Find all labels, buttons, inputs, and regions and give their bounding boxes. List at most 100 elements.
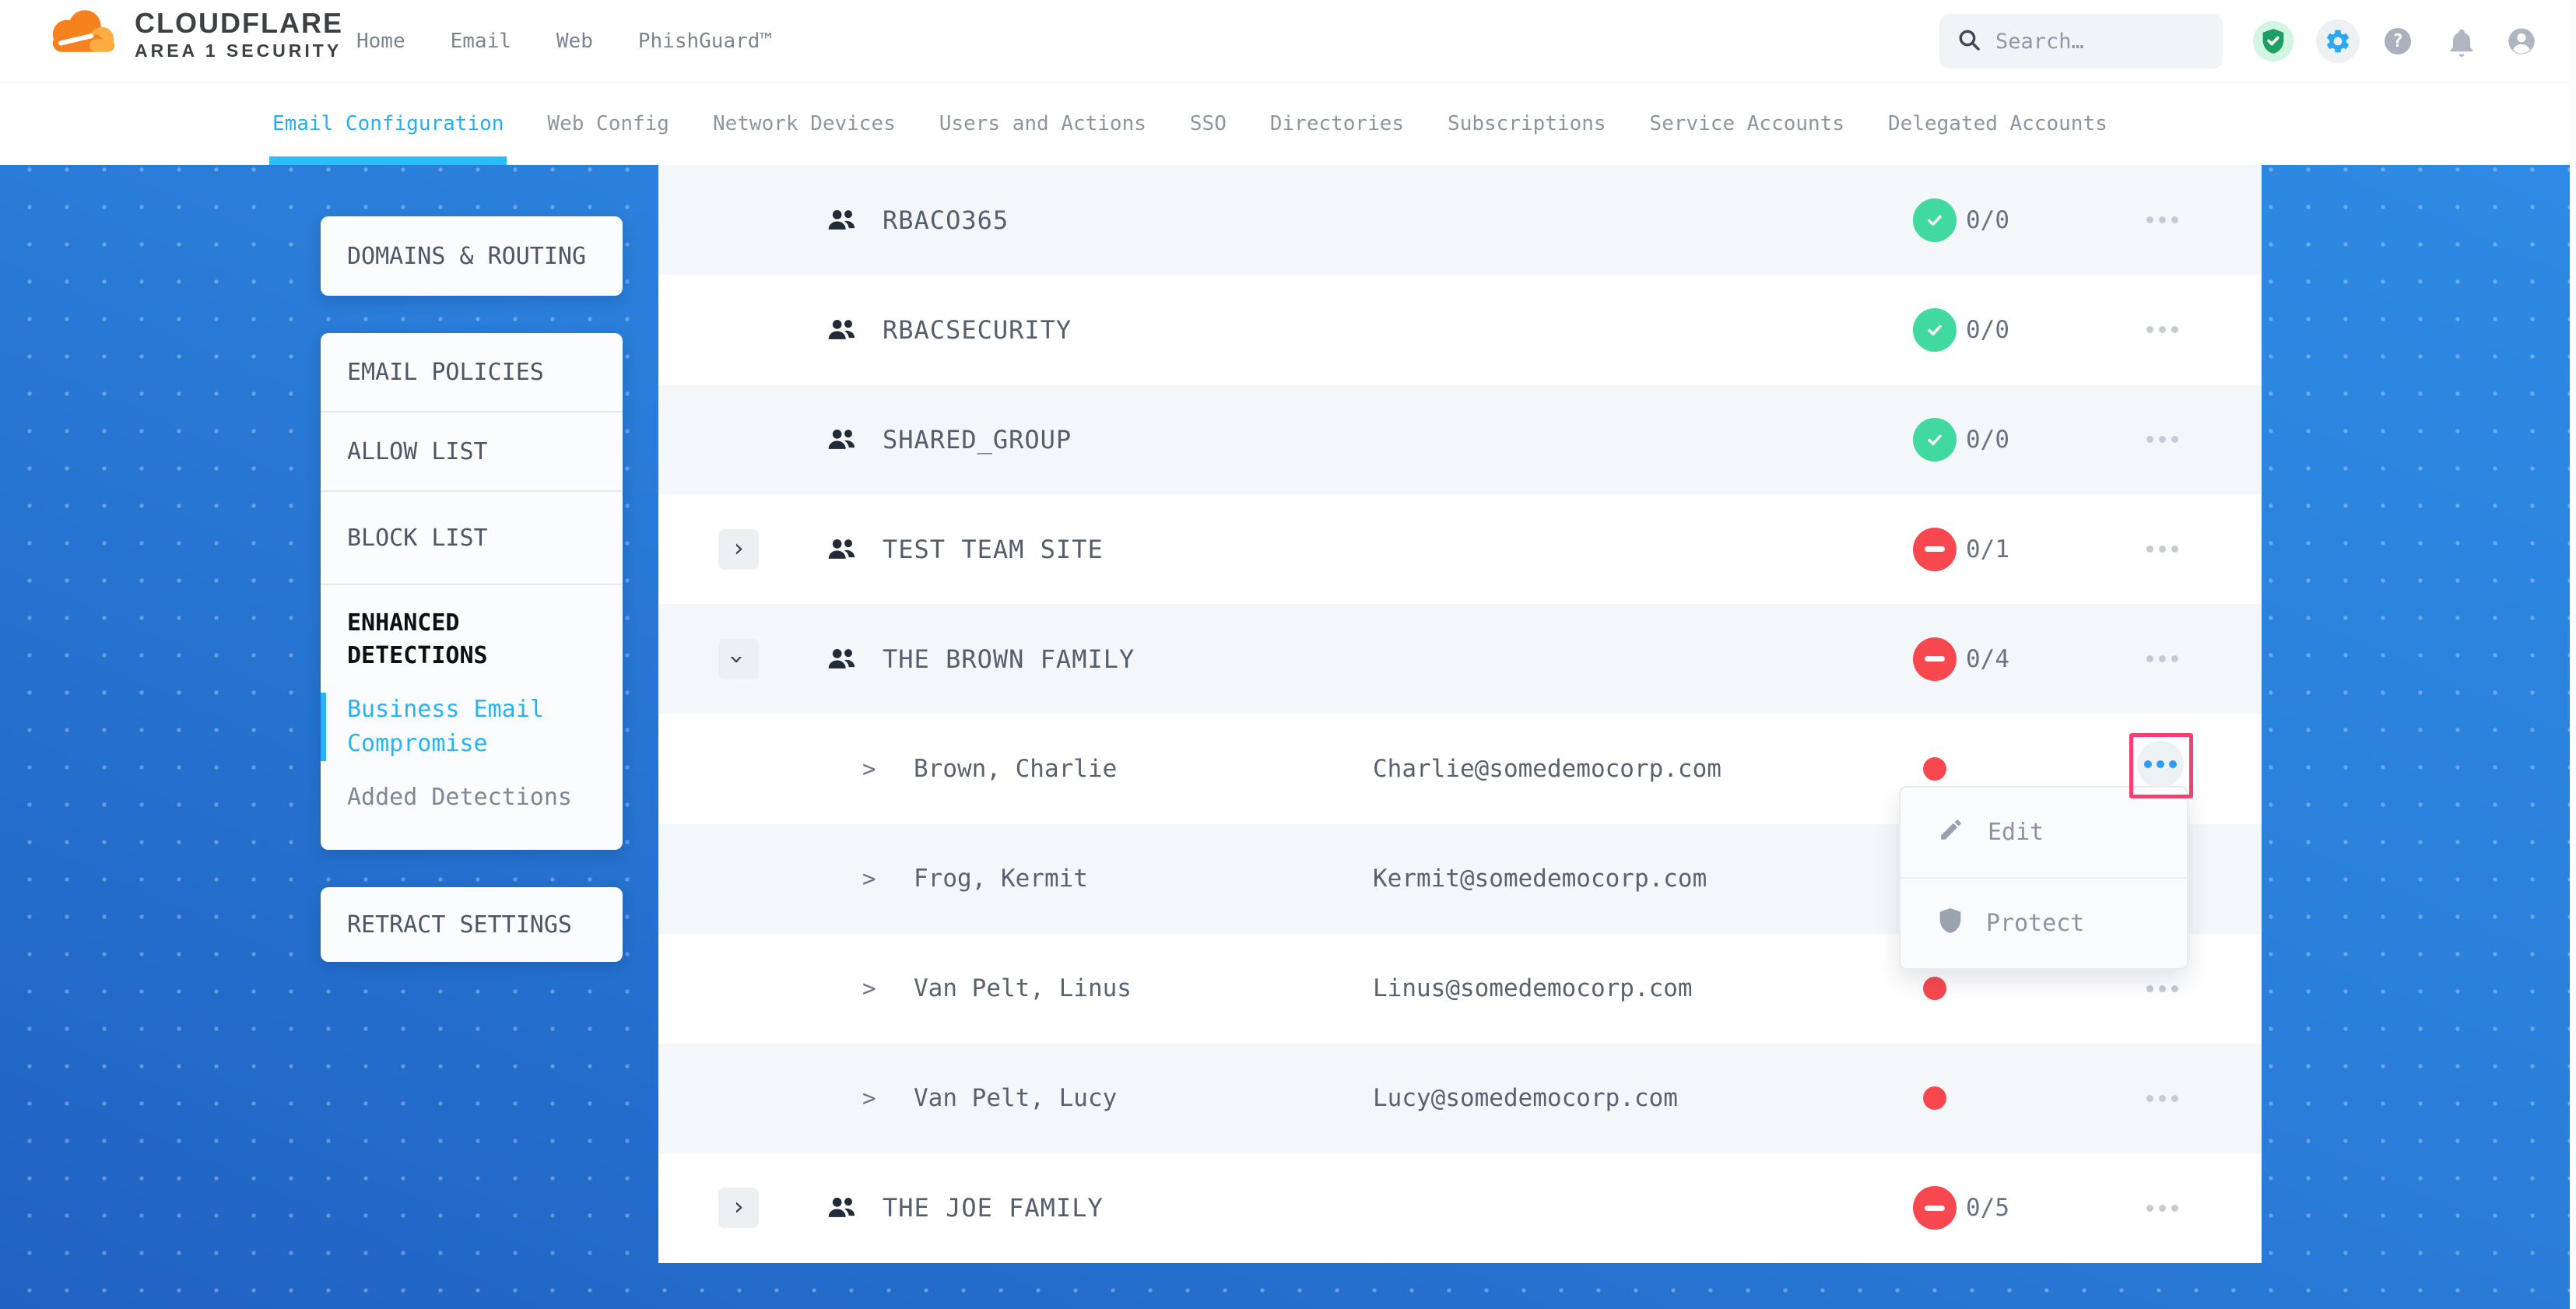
sidebar-item-domains-routing[interactable]: DOMAINS & ROUTING: [321, 216, 623, 296]
tab-subscriptions[interactable]: Subscriptions: [1448, 82, 1606, 165]
search-icon: [1957, 27, 1981, 55]
menu-item-edit[interactable]: Edit: [1900, 788, 2187, 877]
menu-item-label: Edit: [1988, 819, 2044, 846]
expand-row-button[interactable]: ›: [718, 1188, 759, 1228]
nav-item-home[interactable]: Home: [356, 30, 405, 53]
tab-email-configuration[interactable]: Email Configuration: [272, 82, 504, 165]
row-menu-button[interactable]: [2134, 192, 2190, 248]
collapse-row-button[interactable]: ›: [718, 639, 759, 679]
menu-item-protect[interactable]: Protect: [1900, 879, 2187, 968]
shield-check-icon: [2261, 27, 2286, 55]
sidebar-card-retract: RETRACT SETTINGS: [321, 887, 623, 962]
tab-directories[interactable]: Directories: [1270, 82, 1404, 165]
sidebar-item-enhanced-detections[interactable]: ENHANCED DETECTIONS: [321, 607, 623, 672]
search-box[interactable]: [1939, 14, 2223, 68]
menu-item-label: Protect: [1986, 910, 2084, 937]
search-input[interactable]: [1995, 30, 2182, 54]
row-menu-button[interactable]: [2134, 1070, 2190, 1126]
expand-row-button[interactable]: ›: [718, 529, 759, 570]
sidebar-item-allow-list[interactable]: ALLOW LIST: [321, 412, 623, 490]
status-ok-icon: [1913, 308, 1957, 352]
sidebar-item-business-email-compromise[interactable]: Business Email Compromise: [321, 693, 623, 761]
nav-item-email[interactable]: Email: [451, 30, 511, 53]
group-icon: [826, 536, 858, 563]
tab-delegated-accounts[interactable]: Delegated Accounts: [1888, 82, 2107, 165]
table-row[interactable]: RBACO365 0/0: [658, 165, 2262, 275]
group-icon: [826, 646, 858, 672]
notifications-bell-icon: [2447, 26, 2476, 58]
group-name: THE BROWN FAMILY: [883, 644, 1135, 674]
settings-button[interactable]: [2316, 19, 2360, 63]
chevron-right-icon: >: [862, 1085, 876, 1111]
tab-service-accounts[interactable]: Service Accounts: [1650, 82, 1844, 165]
sidebar-item-block-list[interactable]: BLOCK LIST: [321, 492, 623, 584]
status-ok-icon: [1913, 198, 1957, 242]
tab-users-and-actions[interactable]: Users and Actions: [939, 82, 1146, 165]
shield-icon: [1938, 907, 1963, 941]
member-count: 0/4: [1966, 645, 2009, 673]
member-name: Frog, Kermit: [914, 865, 1088, 893]
logo-brand-name: CLOUDFLARE: [135, 8, 343, 39]
table-row[interactable]: › THE JOE FAMILY 0/5: [658, 1153, 2262, 1263]
nav-item-phishguard[interactable]: PhishGuard™: [638, 30, 772, 53]
group-icon: [826, 426, 858, 453]
row-menu-button[interactable]: [2134, 521, 2190, 577]
cloudflare-logo[interactable]: CLOUDFLARE AREA 1 SECURITY: [43, 8, 343, 62]
row-menu-button[interactable]: [2134, 631, 2190, 687]
sidebar-card-domains: DOMAINS & ROUTING: [321, 216, 623, 296]
member-email: Kermit@somedemocorp.com: [1373, 865, 1707, 893]
help-button[interactable]: ?: [2385, 28, 2411, 54]
member-name: Brown, Charlie: [914, 755, 1117, 783]
chevron-down-icon: ›: [718, 651, 758, 666]
scrollbar-track[interactable]: [2570, 0, 2576, 1309]
account-icon: [2506, 25, 2537, 58]
nav-item-web[interactable]: Web: [556, 30, 593, 53]
chevron-right-icon: ›: [731, 1186, 746, 1227]
member-count: 0/1: [1966, 535, 2009, 563]
table-row[interactable]: RBACSECURITY 0/0: [658, 275, 2262, 384]
help-icon: ?: [2392, 31, 2403, 51]
cloudflare-cloud-icon: [43, 9, 124, 61]
group-name: THE JOE FAMILY: [883, 1193, 1104, 1223]
account-button[interactable]: [2506, 26, 2537, 57]
sidebar-item-added-detections[interactable]: Added Detections: [321, 781, 623, 814]
highlight-annotation-box: [2129, 733, 2193, 798]
tab-network-devices[interactable]: Network Devices: [713, 82, 896, 165]
primary-nav: Home Email Web PhishGuard™: [356, 0, 772, 82]
table-row[interactable]: SHARED_GROUP 0/0: [658, 384, 2262, 494]
alert-dot-icon: [1923, 977, 1946, 1000]
status-blocked-icon: [1913, 637, 1957, 681]
group-name: SHARED_GROUP: [883, 425, 1072, 454]
top-bar: CLOUDFLARE AREA 1 SECURITY Home Email We…: [0, 0, 2576, 82]
member-email: Lucy@somedemocorp.com: [1373, 1084, 1678, 1112]
shield-check-button[interactable]: [2253, 21, 2293, 61]
alert-dot-icon: [1923, 1086, 1946, 1110]
row-menu-button[interactable]: [2134, 412, 2190, 468]
row-menu-button[interactable]: [2134, 302, 2190, 358]
sidebar-item-email-policies[interactable]: EMAIL POLICIES: [321, 333, 623, 411]
notifications-button[interactable]: [2446, 25, 2477, 59]
sidebar-item-retract-settings[interactable]: RETRACT SETTINGS: [321, 887, 623, 962]
chevron-right-icon: >: [862, 756, 876, 782]
table-row[interactable]: › THE BROWN FAMILY 0/4: [658, 604, 2262, 714]
group-name: RBACO365: [883, 205, 1009, 235]
tab-web-config[interactable]: Web Config: [547, 82, 669, 165]
groups-table: RBACO365 0/0 RBACSECURITY 0/0 SHARED_G: [658, 165, 2262, 1263]
tab-sso[interactable]: SSO: [1190, 82, 1227, 165]
chevron-right-icon: ›: [731, 528, 746, 568]
group-icon: [826, 317, 858, 343]
table-row[interactable]: › TEST TEAM SITE 0/1: [658, 494, 2262, 604]
secondary-nav: Email Configuration Web Config Network D…: [0, 82, 2576, 165]
group-icon: [826, 1195, 858, 1221]
member-count: 0/0: [1966, 206, 2009, 234]
member-email: Charlie@somedemocorp.com: [1373, 755, 1721, 783]
row-menu-button[interactable]: [2134, 1180, 2190, 1236]
member-count: 0/0: [1966, 316, 2009, 344]
sidebar-card-policies: EMAIL POLICIES ALLOW LIST BLOCK LIST ENH…: [321, 333, 623, 850]
status-blocked-icon: [1913, 528, 1957, 571]
chevron-right-icon: >: [862, 975, 876, 1002]
table-row[interactable]: > Van Pelt, Lucy Lucy@somedemocorp.com: [658, 1044, 2262, 1153]
member-count: 0/0: [1966, 426, 2009, 454]
settings-gear-icon: [2324, 27, 2352, 55]
sidebar-section-enhanced-detections: ENHANCED DETECTIONS Business Email Compr…: [321, 585, 623, 850]
